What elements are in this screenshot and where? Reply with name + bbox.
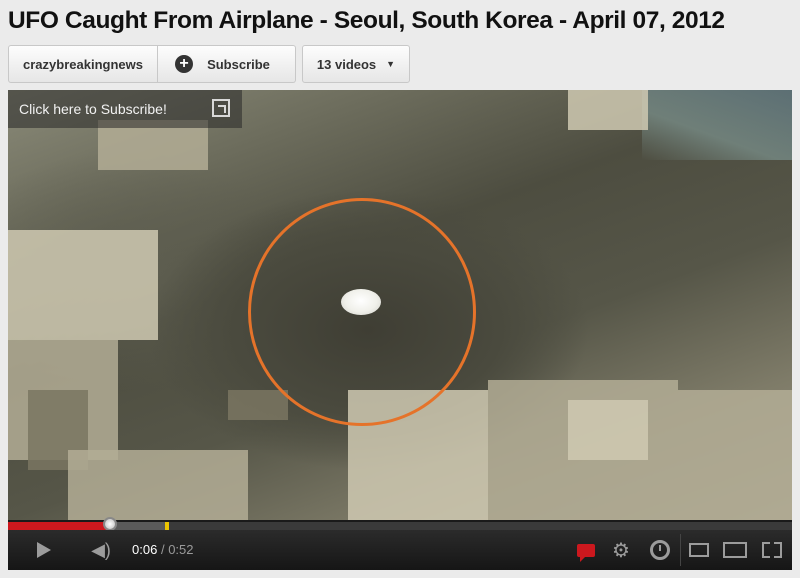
small-player-button[interactable]	[686, 530, 712, 570]
small-player-icon	[689, 543, 709, 557]
water-area	[642, 90, 792, 160]
city-block	[568, 90, 648, 130]
settings-button[interactable]: ⚙	[608, 530, 634, 570]
subscribe-button[interactable]: + Subscribe	[158, 45, 296, 83]
city-block	[8, 230, 158, 340]
highlight-circle	[248, 198, 476, 426]
videos-count-label: 13 videos	[316, 56, 377, 72]
gear-icon: ⚙	[612, 539, 630, 562]
duration: 0:52	[168, 542, 194, 557]
captions-button[interactable]	[574, 530, 598, 570]
clock-icon	[650, 540, 670, 560]
city-block	[68, 450, 248, 520]
video-player: Click here to Subscribe! ◀) 0:06 / 0:52 …	[8, 90, 792, 570]
videos-dropdown-button[interactable]: 13 videos ▼	[302, 45, 410, 83]
video-title: UFO Caught From Airplane - Seoul, South …	[8, 7, 725, 34]
large-player-button[interactable]	[720, 530, 750, 570]
subscribe-overlay-text: Click here to Subscribe!	[19, 101, 167, 117]
large-player-icon	[723, 542, 747, 558]
subscribe-label: Subscribe	[207, 56, 270, 72]
volume-icon: ◀)	[91, 539, 111, 560]
fullscreen-icon	[762, 542, 782, 558]
city-block	[568, 400, 648, 460]
popout-icon[interactable]	[212, 99, 230, 117]
plus-icon: +	[175, 55, 194, 73]
fullscreen-button[interactable]	[758, 530, 786, 570]
play-icon	[37, 542, 51, 558]
video-frame[interactable]: Click here to Subscribe!	[8, 90, 792, 520]
play-button[interactable]	[30, 530, 58, 570]
city-block	[228, 390, 288, 420]
current-time: 0:06	[132, 542, 158, 557]
volume-button[interactable]: ◀)	[86, 530, 116, 570]
time-display: 0:06 / 0:52	[132, 530, 194, 570]
channel-name-button[interactable]: crazybreakingnews	[8, 45, 158, 83]
channel-button-row: crazybreakingnews + Subscribe 13 videos …	[8, 45, 410, 83]
time-separator: /	[160, 542, 165, 557]
player-controls: ◀) 0:06 / 0:52 ⚙	[8, 530, 792, 570]
subscribe-overlay[interactable]: Click here to Subscribe!	[8, 90, 242, 128]
ad-marker	[165, 522, 169, 530]
chevron-down-icon: ▼	[386, 59, 396, 69]
progress-scrubber-handle[interactable]	[102, 517, 117, 531]
channel-name-label: crazybreakingnews	[23, 56, 143, 72]
progress-bar[interactable]	[8, 517, 792, 531]
captions-icon	[577, 543, 595, 562]
watch-later-button[interactable]	[648, 530, 672, 570]
city-block	[678, 390, 792, 520]
controls-divider	[680, 534, 681, 566]
progress-played	[8, 522, 110, 530]
